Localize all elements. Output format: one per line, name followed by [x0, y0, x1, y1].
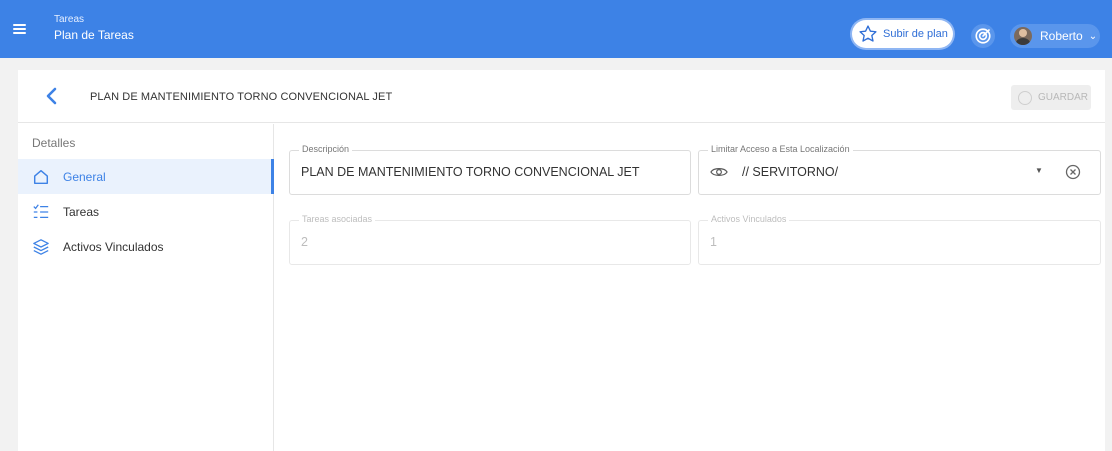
save-label: GUARDAR — [1038, 92, 1089, 103]
sidebar-item-tareas[interactable]: Tareas — [18, 194, 274, 229]
card-header: PLAN DE MANTENIMIENTO TORNO CONVENCIONAL… — [18, 70, 1105, 123]
linked-assets-field: Activos Vinculados 1 — [698, 214, 1101, 265]
avatar — [1014, 27, 1032, 45]
home-icon — [33, 169, 49, 185]
upgrade-plan-button[interactable]: Subir de plan — [852, 20, 953, 48]
user-name: Roberto — [1040, 29, 1083, 43]
sidebar-heading: Detalles — [32, 136, 76, 150]
page-title: PLAN DE MANTENIMIENTO TORNO CONVENCIONAL… — [90, 91, 393, 103]
sidebar-item-label: Tareas — [63, 205, 100, 219]
clear-icon[interactable] — [1065, 164, 1081, 180]
star-icon — [859, 25, 877, 42]
associated-tasks-value: 2 — [301, 235, 308, 249]
eye-icon — [710, 168, 728, 176]
target-button[interactable] — [971, 24, 995, 48]
save-button[interactable]: GUARDAR — [1011, 85, 1091, 110]
sidebar-item-label: General — [63, 170, 106, 184]
associated-tasks-field: Tareas asociadas 2 — [289, 214, 691, 265]
linked-assets-label: Activos Vinculados — [708, 214, 790, 224]
description-field[interactable]: Descripción PLAN DE MANTENIMIENTO TORNO … — [289, 144, 691, 195]
app-title: Plan de Tareas — [54, 28, 134, 42]
hamburger-icon[interactable] — [11, 21, 29, 37]
linked-assets-value: 1 — [710, 235, 717, 249]
sidebar-item-label: Activos Vinculados — [63, 240, 164, 254]
details-sidebar: Detalles General Tareas Activos Vinculad… — [18, 124, 274, 451]
save-icon — [1018, 90, 1032, 105]
chevron-down-icon: ⌄ — [1088, 30, 1098, 42]
description-value[interactable]: PLAN DE MANTENIMIENTO TORNO CONVENCIONAL… — [301, 165, 639, 179]
location-access-label: Limitar Acceso a Esta Localización — [708, 144, 853, 154]
layers-icon — [33, 239, 49, 255]
target-icon — [975, 28, 991, 44]
sidebar-item-activos-vinculados[interactable]: Activos Vinculados — [18, 229, 274, 264]
location-access-value: // SERVITORNO/ — [742, 165, 839, 179]
description-label: Descripción — [299, 144, 353, 154]
dropdown-arrow-icon[interactable]: ▼ — [1035, 166, 1043, 175]
user-menu[interactable]: Roberto ⌄ — [1010, 24, 1100, 48]
breadcrumb-section: Tareas — [54, 14, 85, 25]
associated-tasks-label: Tareas asociadas — [299, 214, 376, 224]
plan-card: PLAN DE MANTENIMIENTO TORNO CONVENCIONAL… — [18, 70, 1105, 451]
chevron-left-icon[interactable] — [44, 86, 60, 106]
top-app-bar: Tareas Plan de Tareas Subir de plan Robe… — [0, 0, 1112, 58]
upgrade-plan-label: Subir de plan — [883, 28, 948, 40]
checklist-icon — [33, 204, 49, 219]
sidebar-item-general[interactable]: General — [18, 159, 274, 194]
location-access-select[interactable]: Limitar Acceso a Esta Localización // SE… — [698, 144, 1101, 195]
